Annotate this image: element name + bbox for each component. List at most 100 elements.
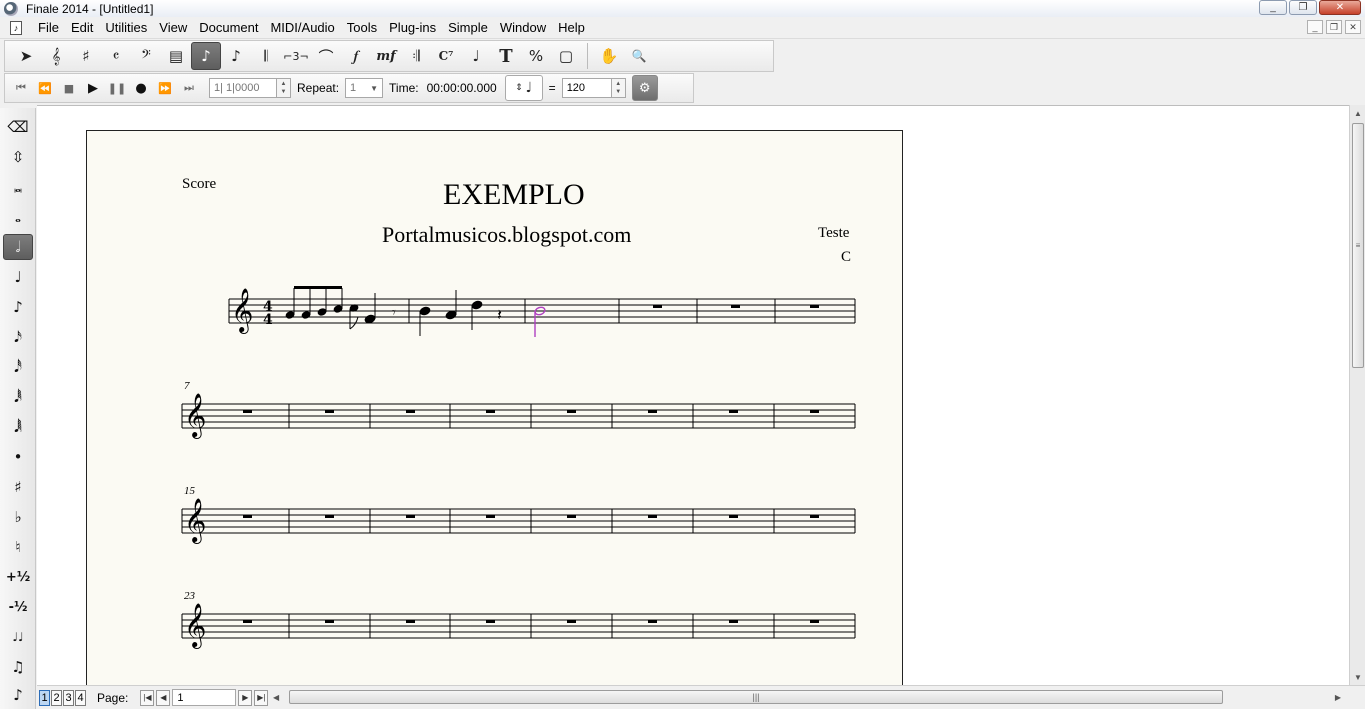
whole-note-icon[interactable]: 𝅝 (3, 204, 33, 230)
record-icon[interactable]: ● (129, 76, 153, 100)
chord-tool-icon[interactable]: C⁷ (431, 42, 461, 70)
staff-system-4[interactable]: 𝄞 (181, 603, 856, 649)
quarter-notes-measure-2[interactable]: 𝄽 (419, 290, 502, 336)
tempo-note-select[interactable]: ⇕ ♩ (504, 75, 543, 101)
horizontal-scroll-thumb[interactable]: ||| (289, 690, 1223, 704)
speedy-entry-icon[interactable]: ♪ (221, 42, 251, 70)
page-tab-2[interactable]: 2 (51, 689, 62, 706)
articulation-tool-icon[interactable]: 𝆑 (341, 42, 371, 70)
playback-settings-icon[interactable]: ⚙ (631, 75, 658, 101)
scroll-up-icon[interactable]: ▲ (1350, 105, 1365, 121)
tuplet-tool-icon[interactable]: ⌐3¬ (281, 42, 311, 70)
selection-arrow-icon[interactable]: ➤ (11, 42, 41, 70)
tempo-equals: = (548, 81, 556, 95)
tuplet-icon[interactable]: ♫ (3, 654, 33, 680)
voice-toggle-icon[interactable]: ⇳ (3, 144, 33, 170)
sixteenth-note-icon[interactable]: 𝅘𝅥𝅯 (3, 324, 33, 350)
tempo-spinner[interactable]: ▲ ▼ (611, 78, 626, 98)
half-step-down-icon[interactable]: -½ (3, 594, 33, 620)
menu-tools[interactable]: Tools (341, 20, 383, 35)
menu-simple[interactable]: Simple (442, 20, 494, 35)
thirty-second-note-icon[interactable]: 𝅘𝅥𝅰 (3, 354, 33, 380)
hand-grabber-icon[interactable]: ✋ (594, 42, 624, 70)
first-page-icon[interactable]: |◀ (140, 689, 155, 706)
clef-tool-icon[interactable]: 𝄢 (131, 42, 161, 70)
zoom-tool-icon[interactable]: 🔍 (624, 42, 654, 70)
page-tab-1[interactable]: 1 (39, 689, 50, 706)
scroll-left-icon[interactable]: ◀ (273, 693, 279, 702)
pause-icon[interactable]: ❚❚ (105, 76, 129, 100)
lyrics-tool-icon[interactable]: ♩ (461, 42, 491, 70)
doc-minimize-button[interactable]: _ (1307, 20, 1323, 34)
quarter-note-icon[interactable]: ♩ (3, 264, 33, 290)
staff-system-2[interactable]: 𝄞 (181, 393, 856, 439)
vertical-scrollbar[interactable]: ▲ ≡ ▼ (1349, 105, 1365, 685)
stop-icon[interactable]: ■ (57, 76, 81, 100)
forward-end-icon[interactable]: ⏭ (177, 76, 201, 100)
sixty-fourth-note-icon[interactable]: 𝅘𝅥𝅱 (3, 384, 33, 410)
smart-shape-icon[interactable]: ⌒ (311, 42, 341, 70)
half-step-up-icon[interactable]: +½ (3, 564, 33, 590)
time-signature-icon[interactable]: 𝄴 (101, 42, 131, 70)
flat-icon[interactable]: ♭ (3, 504, 33, 530)
prev-page-icon[interactable]: ◀ (156, 689, 171, 706)
expression-tool-icon[interactable]: mf (371, 42, 401, 70)
key-signature-icon[interactable]: ♯ (71, 42, 101, 70)
menu-edit[interactable]: Edit (65, 20, 99, 35)
half-note-icon[interactable]: 𝅗𝅥 (3, 234, 33, 260)
play-icon[interactable]: ▶ (81, 76, 105, 100)
augmentation-dot-icon[interactable]: • (3, 444, 33, 470)
fast-forward-icon[interactable]: ⏩ (153, 76, 177, 100)
horizontal-scrollbar[interactable]: ◀ ||| ▶ (267, 689, 1347, 705)
eraser-icon[interactable]: ⌫ (3, 114, 33, 140)
next-page-icon[interactable]: ▶ (238, 689, 253, 706)
eighth-note-icon[interactable]: ♪ (3, 294, 33, 320)
scroll-right-icon[interactable]: ▶ (1335, 693, 1341, 702)
staff-system-3[interactable]: 𝄞 (181, 498, 856, 544)
menu-window[interactable]: Window (494, 20, 552, 35)
measure-tool-icon[interactable]: ▤ (161, 42, 191, 70)
breve-icon[interactable]: 𝅜 (3, 174, 33, 200)
simple-entry-icon[interactable]: ♪ (191, 42, 221, 70)
score-page[interactable]: Score EXEMPLO Portalmusicos.blogspot.com… (86, 130, 903, 685)
page-number-field[interactable]: 1 (172, 689, 237, 706)
grace-note-icon[interactable]: ♪ (3, 682, 33, 708)
document-icon[interactable]: ♪ (10, 20, 22, 35)
tie-icon[interactable]: ♩♩ (3, 624, 33, 650)
page-tab-4[interactable]: 4 (75, 689, 86, 706)
menu-file[interactable]: File (32, 20, 65, 35)
text-tool-icon[interactable]: T (491, 42, 521, 70)
page-layout-icon[interactable]: ▢ (551, 42, 581, 70)
hyperscribe-icon[interactable]: 𝄃 (251, 42, 281, 70)
doc-restore-button[interactable]: ❐ (1326, 20, 1342, 34)
music-notation[interactable]: 𝄞 4 4 𝄾 𝄽 𝄞 𝄞 𝄞 (87, 131, 904, 685)
rewind-start-icon[interactable]: ⏮ (9, 76, 33, 100)
menu-help[interactable]: Help (552, 20, 591, 35)
minimize-button[interactable]: _ (1259, 0, 1287, 15)
menu-plug-ins[interactable]: Plug-ins (383, 20, 442, 35)
repeat-tool-icon[interactable]: 𝄇 (401, 42, 431, 70)
natural-icon[interactable]: ♮ (3, 534, 33, 560)
close-button[interactable]: ✕ (1319, 0, 1361, 15)
score-view[interactable]: Score EXEMPLO Portalmusicos.blogspot.com… (37, 105, 1349, 685)
tempo-field[interactable]: 120 (561, 78, 612, 98)
doc-close-button[interactable]: ✕ (1345, 20, 1361, 34)
scroll-down-icon[interactable]: ▼ (1350, 669, 1365, 685)
menu-utilities[interactable]: Utilities (99, 20, 153, 35)
resize-tool-icon[interactable]: % (521, 42, 551, 70)
finale-app-icon[interactable] (4, 1, 18, 16)
menu-view[interactable]: View (153, 20, 193, 35)
restore-button[interactable]: ❐ (1289, 0, 1317, 15)
sharp-icon[interactable]: ♯ (3, 474, 33, 500)
vertical-scroll-thumb[interactable]: ≡ (1352, 123, 1364, 368)
menu-midi-audio[interactable]: MIDI/Audio (264, 20, 340, 35)
staff-tool-icon[interactable]: 𝄞 (41, 42, 71, 70)
position-spinner[interactable]: ▲ ▼ (277, 78, 291, 98)
rewind-icon[interactable]: ⏪ (33, 76, 57, 100)
chevron-down-icon: ▼ (370, 83, 379, 93)
page-tab-3[interactable]: 3 (63, 689, 74, 706)
menu-document[interactable]: Document (193, 20, 264, 35)
hundred-twenty-eighth-note-icon[interactable]: 𝅘𝅥𝅲 (3, 414, 33, 440)
playback-position-field[interactable]: 1| 1|0000 (209, 78, 277, 98)
repeat-select[interactable]: 1 ▼ (345, 78, 384, 98)
